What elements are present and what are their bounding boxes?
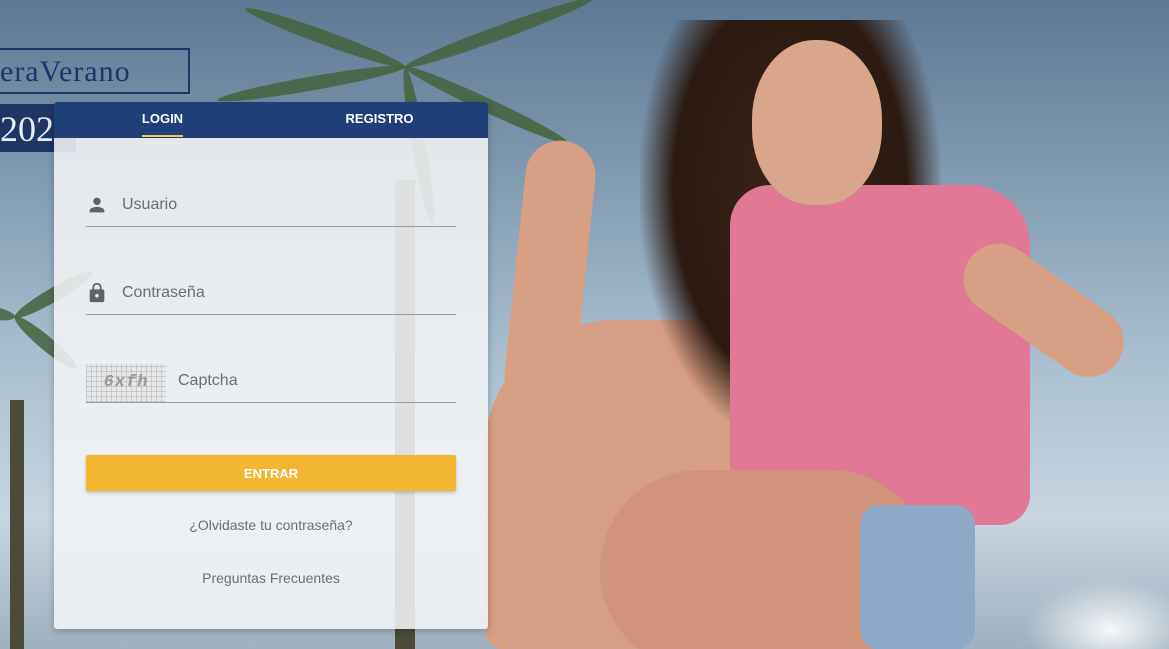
auth-tabs: LOGIN REGISTRO xyxy=(54,102,488,138)
brand-name: eraVerano xyxy=(0,55,131,88)
tab-login-label: LOGIN xyxy=(141,102,184,137)
tab-registro-label: REGISTRO xyxy=(345,111,414,126)
tab-registro[interactable]: REGISTRO xyxy=(271,102,488,138)
forgot-password-link[interactable]: ¿Olvidaste tu contraseña? xyxy=(54,517,488,533)
captcha-placeholder: Captcha xyxy=(178,372,238,389)
person-icon xyxy=(86,194,108,216)
faq-link[interactable]: Preguntas Frecuentes xyxy=(54,570,488,586)
login-card: LOGIN REGISTRO Usuario Contraseña 6xfh C… xyxy=(54,102,488,629)
enter-button[interactable]: ENTRAR xyxy=(86,455,456,491)
model-shorts xyxy=(860,505,975,649)
username-placeholder: Usuario xyxy=(122,196,178,213)
password-field[interactable]: Contraseña xyxy=(86,274,456,315)
password-placeholder: Contraseña xyxy=(122,284,205,301)
tab-login[interactable]: LOGIN xyxy=(54,102,271,138)
captcha-image: 6xfh xyxy=(86,364,166,402)
brand-logo: eraVerano xyxy=(0,48,190,94)
lock-icon xyxy=(86,282,108,304)
captcha-field[interactable]: 6xfh Captcha xyxy=(86,362,456,403)
model-face xyxy=(752,40,882,205)
username-field[interactable]: Usuario xyxy=(86,186,456,227)
